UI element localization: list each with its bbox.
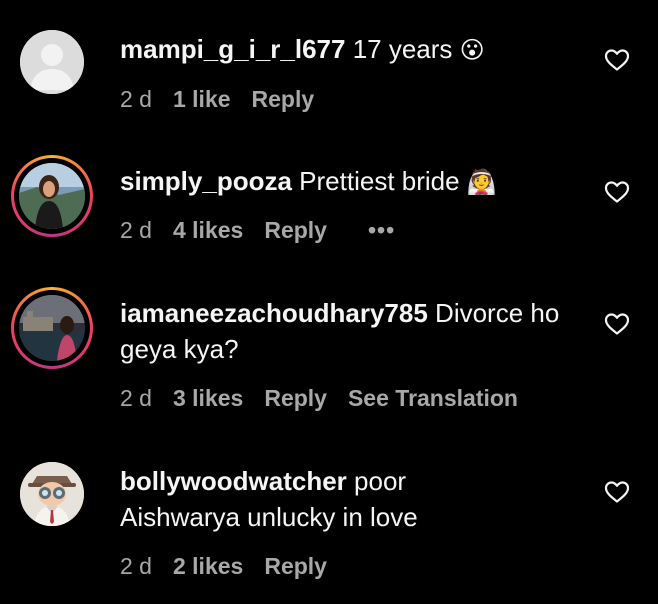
avatar[interactable] bbox=[20, 462, 84, 526]
comment-body: Prettiest bride bbox=[299, 166, 460, 196]
comment-username[interactable]: bollywoodwatcher bbox=[120, 466, 347, 496]
reply-button[interactable]: Reply bbox=[252, 86, 315, 113]
watcher-avatar-icon bbox=[20, 462, 84, 526]
comment-text: simply_pooza Prettiest bride 👰 bbox=[120, 163, 580, 200]
comment-text: bollywoodwatcher poor Aishwarya unlucky … bbox=[120, 463, 460, 535]
comment-time: 2 d bbox=[120, 553, 152, 579]
likes-count[interactable]: 1 like bbox=[173, 86, 231, 113]
reply-button[interactable]: Reply bbox=[264, 217, 327, 244]
bride-emoji: 👰 bbox=[466, 168, 497, 196]
see-translation-button[interactable]: See Translation bbox=[348, 385, 518, 412]
comment-username[interactable]: simply_pooza bbox=[120, 166, 292, 196]
user-silhouette-icon bbox=[20, 30, 84, 94]
avatar bbox=[19, 163, 85, 229]
avatar[interactable] bbox=[20, 30, 84, 94]
comment-username[interactable]: mampi_g_i_r_l677 bbox=[120, 34, 345, 64]
comment-meta: 2 d 1 like Reply bbox=[120, 86, 335, 113]
ring-gap bbox=[14, 158, 90, 234]
comment-meta: 2 d 3 likes Reply See Translation bbox=[120, 385, 539, 412]
heart-icon[interactable] bbox=[604, 312, 630, 336]
heart-icon[interactable] bbox=[604, 480, 630, 504]
likes-count[interactable]: 4 likes bbox=[173, 217, 243, 244]
comment-meta: 2 d 4 likes Reply ••• bbox=[120, 217, 416, 244]
avatar bbox=[19, 295, 85, 361]
comment-text: iamaneezachoudhary785 Divorce ho geya ky… bbox=[120, 295, 590, 367]
comment-meta: 2 d 2 likes Reply bbox=[120, 553, 348, 580]
comment-username[interactable]: iamaneezachoudhary785 bbox=[120, 298, 428, 328]
profile-photo-icon bbox=[19, 163, 85, 229]
ring-gap bbox=[14, 290, 90, 366]
heart-icon[interactable] bbox=[604, 180, 630, 204]
profile-photo-icon bbox=[19, 295, 85, 361]
astonished-emoji: 😮 bbox=[459, 36, 485, 64]
reply-button[interactable]: Reply bbox=[264, 385, 327, 412]
story-ring-avatar[interactable] bbox=[11, 155, 93, 237]
comment-time: 2 d bbox=[120, 86, 152, 112]
likes-count[interactable]: 3 likes bbox=[173, 385, 243, 412]
heart-icon[interactable] bbox=[604, 48, 630, 72]
comment-time: 2 d bbox=[120, 217, 152, 243]
reply-button[interactable]: Reply bbox=[264, 553, 327, 580]
story-ring-avatar[interactable] bbox=[11, 287, 93, 369]
comment-text: mampi_g_i_r_l677 17 years 😮 bbox=[120, 31, 580, 68]
comment-time: 2 d bbox=[120, 385, 152, 411]
likes-count[interactable]: 2 likes bbox=[173, 553, 243, 580]
comment-body: 17 years bbox=[352, 34, 453, 64]
more-options-icon[interactable]: ••• bbox=[368, 217, 395, 244]
